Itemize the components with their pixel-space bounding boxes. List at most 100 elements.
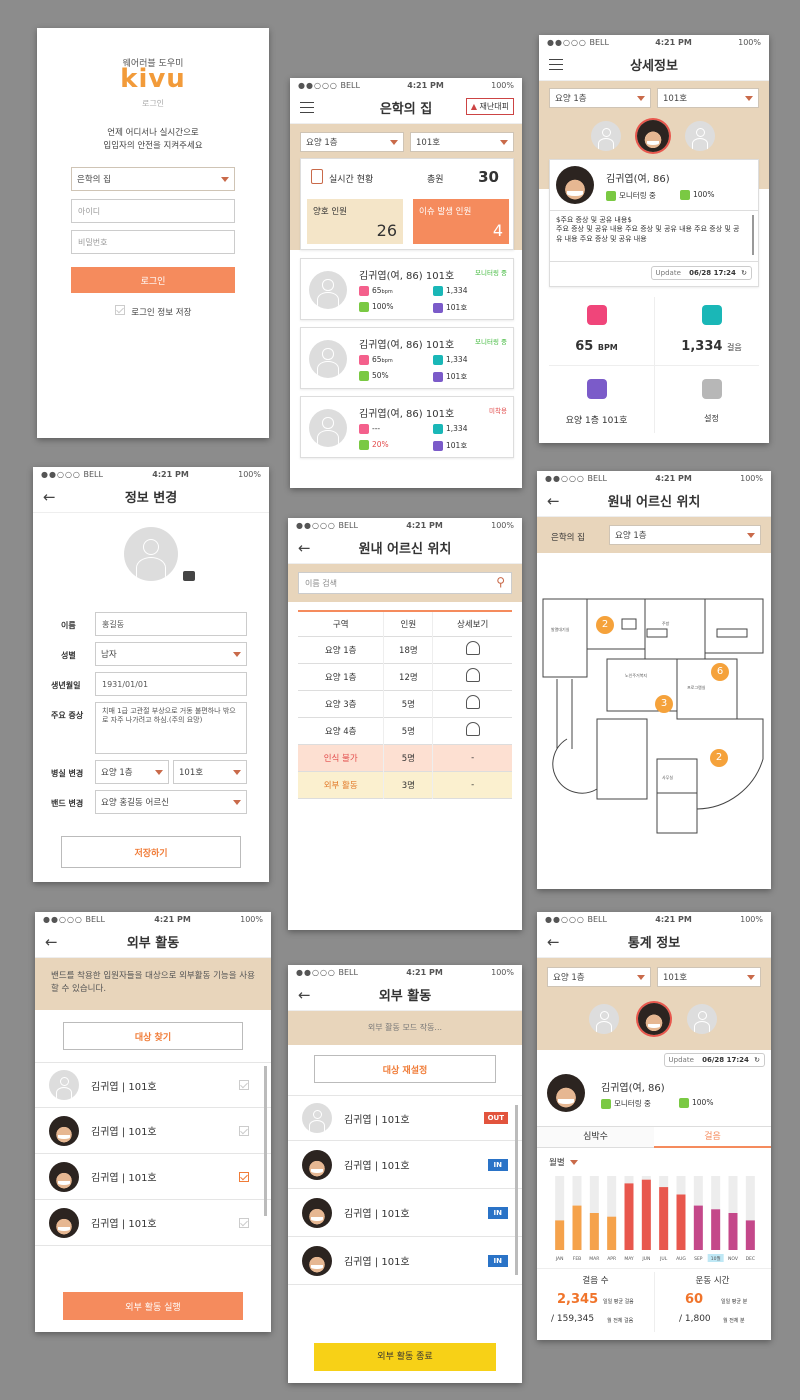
- outdoor-active-titlebar: ← 외부 활동: [288, 979, 522, 1011]
- bar[interactable]: [659, 1187, 669, 1250]
- list-item[interactable]: 김귀엽 | 101호 OUT: [288, 1095, 522, 1141]
- save-login-checkbox[interactable]: [114, 305, 125, 315]
- list-item[interactable]: 김귀엽 | 101호 IN: [288, 1141, 522, 1189]
- back-arrow-icon[interactable]: ←: [45, 933, 58, 951]
- symptom-field[interactable]: 치매 1급 고관절 부상으로 거동 불편하나 밖으로 자주 나가려고 하심.(주…: [95, 702, 247, 754]
- list-item[interactable]: 김귀엽 | 101호: [35, 1108, 271, 1154]
- save-button[interactable]: 저장하기: [61, 836, 241, 868]
- list-item[interactable]: 김귀엽 | 101호 IN: [288, 1189, 522, 1237]
- band-select[interactable]: 요양 홍길동 어르신: [95, 790, 247, 814]
- tab-heart-rate[interactable]: 심박수: [537, 1126, 654, 1148]
- resident-name: 김귀엽(여, 86) 101호: [359, 271, 455, 282]
- floor-select[interactable]: 요양 1층: [300, 132, 404, 152]
- back-arrow-icon[interactable]: ←: [547, 492, 560, 510]
- map-titlebar: ← 원내 어르신 위치: [537, 485, 771, 517]
- resident-card[interactable]: 김귀엽(여, 86) 101호 미착용 --- 1,334 20% 101호: [300, 396, 514, 458]
- select-checkbox[interactable]: [239, 1080, 249, 1090]
- heart-rate-tile[interactable]: 65 BPM: [539, 297, 654, 365]
- note-box[interactable]: $주요 증상 및 공유 내용$ 주요 증상 및 공유 내용 주요 증상 및 공유…: [550, 210, 758, 262]
- list-item[interactable]: 김귀엽 | 101호 IN: [288, 1237, 522, 1285]
- status-badge: 모니터링 중: [475, 269, 507, 277]
- room-select[interactable]: 101호: [657, 88, 759, 108]
- person-location-icon[interactable]: [465, 668, 480, 682]
- select-checkbox[interactable]: [239, 1125, 249, 1136]
- search-input[interactable]: 이름 검색 ⚲: [298, 572, 512, 594]
- list-item[interactable]: 김귀엽 | 101호: [35, 1200, 271, 1246]
- resident-card[interactable]: 김귀엽(여, 86) 101호 모니터링 중 65bpm 1,334 50% 1…: [300, 327, 514, 389]
- gender-select[interactable]: 남자: [95, 642, 247, 666]
- resident-avatar-selected[interactable]: [637, 120, 669, 152]
- select-checkbox[interactable]: [239, 1171, 249, 1182]
- bar[interactable]: [572, 1205, 582, 1250]
- password-field[interactable]: 비밀번호: [71, 230, 235, 254]
- facility-select[interactable]: 은학의 집: [71, 167, 235, 191]
- bar[interactable]: [641, 1179, 651, 1250]
- resident-avatar-next[interactable]: [687, 1004, 717, 1034]
- location-marker[interactable]: 2: [596, 616, 614, 634]
- home-screen: ●●○○○ BELL 4:21 PM 100% 은학의 집 ▲ 재난대피 요양 …: [290, 78, 522, 488]
- search-icon[interactable]: ⚲: [496, 575, 505, 589]
- login-button[interactable]: 로그인: [71, 267, 235, 293]
- id-field[interactable]: 아이디: [71, 199, 235, 223]
- camera-icon[interactable]: [183, 571, 195, 581]
- evacuation-button[interactable]: ▲ 재난대피: [465, 98, 514, 115]
- find-target-button[interactable]: 대상 찾기: [63, 1022, 243, 1050]
- scrollbar[interactable]: [752, 215, 754, 255]
- floor-select[interactable]: 요양 1층: [609, 525, 761, 545]
- scrollbar[interactable]: [264, 1066, 267, 1216]
- floor-select[interactable]: 요양 1층: [95, 760, 169, 784]
- select-checkbox[interactable]: [239, 1217, 249, 1228]
- person-location-icon[interactable]: [465, 722, 480, 736]
- menu-icon[interactable]: [300, 102, 314, 113]
- resident-avatar-prev[interactable]: [591, 121, 621, 151]
- resident-avatar-next[interactable]: [685, 121, 715, 151]
- update-button[interactable]: Update 06/28 17:24 ↻: [663, 1053, 765, 1067]
- floor-select[interactable]: 요양 1층: [547, 967, 651, 987]
- location-tile[interactable]: 요양 1층 101호: [539, 371, 654, 433]
- bar[interactable]: [693, 1205, 703, 1250]
- back-arrow-icon[interactable]: ←: [298, 539, 311, 557]
- room-select[interactable]: 101호: [657, 967, 761, 987]
- scrollbar[interactable]: [515, 1105, 518, 1275]
- room-select[interactable]: 101호: [410, 132, 514, 152]
- bar[interactable]: [555, 1220, 565, 1250]
- back-arrow-icon[interactable]: ←: [547, 933, 560, 951]
- location-marker[interactable]: 3: [655, 695, 673, 713]
- period-select[interactable]: 월별: [549, 1156, 579, 1168]
- bar[interactable]: [745, 1220, 755, 1250]
- location-marker[interactable]: 2: [710, 749, 728, 767]
- person-location-icon[interactable]: [465, 641, 480, 655]
- steps-tile[interactable]: 1,334 걸음: [654, 297, 769, 365]
- profile-photo[interactable]: [124, 527, 178, 581]
- settings-tile[interactable]: 설정: [654, 371, 769, 433]
- end-outdoor-button[interactable]: 외부 활동 종료: [314, 1343, 496, 1371]
- birth-field[interactable]: 1931/01/01: [95, 672, 247, 696]
- list-item[interactable]: 김귀엽 | 101호: [35, 1062, 271, 1108]
- menu-icon[interactable]: [549, 59, 563, 70]
- bar[interactable]: [676, 1194, 686, 1251]
- bar[interactable]: [728, 1213, 738, 1250]
- resident-card[interactable]: 김귀엽(여, 86) 101호 모니터링 중 65bpm 1,334 100% …: [300, 258, 514, 320]
- back-arrow-icon[interactable]: ←: [43, 488, 56, 506]
- room-label: 발열대기실: [551, 626, 570, 632]
- issue-box[interactable]: 이슈 발생 인원 4: [413, 199, 509, 244]
- back-arrow-icon[interactable]: ←: [298, 986, 311, 1004]
- bar[interactable]: [711, 1209, 721, 1250]
- reset-target-button[interactable]: 대상 재설정: [314, 1055, 496, 1083]
- bar[interactable]: [607, 1216, 617, 1250]
- name-field[interactable]: 홍길동: [95, 612, 247, 636]
- update-button[interactable]: Update 06/28 17:24 ↻: [650, 266, 752, 280]
- room-select[interactable]: 101호: [173, 760, 247, 784]
- bar[interactable]: [589, 1213, 599, 1250]
- bar[interactable]: [624, 1183, 634, 1250]
- tab-steps[interactable]: 걸음: [654, 1126, 771, 1148]
- resident-avatar-selected[interactable]: [638, 1003, 670, 1035]
- run-outdoor-button[interactable]: 외부 활동 실행: [63, 1292, 243, 1320]
- good-box[interactable]: 양호 인원 26: [307, 199, 403, 244]
- floor-select[interactable]: 요양 1층: [549, 88, 651, 108]
- location-marker[interactable]: 6: [711, 663, 729, 681]
- save-login-row[interactable]: 로그인 정보 저장: [37, 305, 269, 318]
- list-item[interactable]: 김귀엽 | 101호: [35, 1154, 271, 1200]
- resident-avatar-prev[interactable]: [589, 1004, 619, 1034]
- person-location-icon[interactable]: [465, 695, 480, 709]
